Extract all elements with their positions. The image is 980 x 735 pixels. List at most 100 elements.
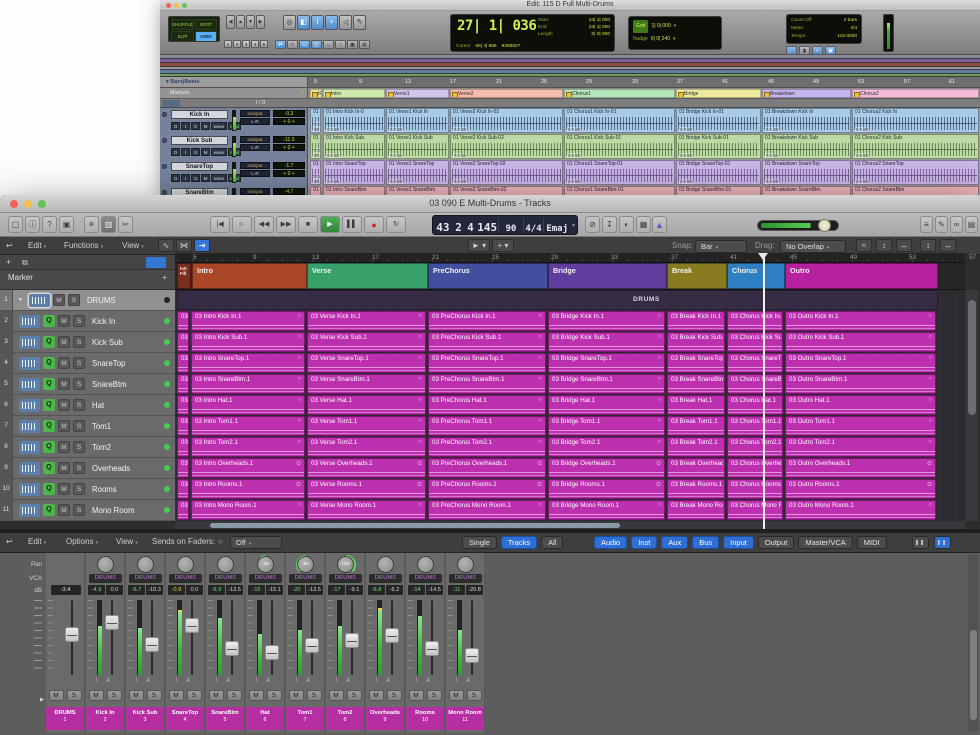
track-name[interactable]: SnareBtm — [92, 380, 161, 389]
pointer-tool-menu[interactable]: ► ▾ — [468, 239, 490, 252]
selector-tool-button[interactable]: I — [311, 15, 324, 30]
vca-assignment[interactable]: DRUMS — [129, 574, 162, 583]
quantize-button[interactable]: Q — [43, 420, 55, 432]
vertical-auto-zoom-icon[interactable]: ↕ — [920, 239, 936, 252]
input-monitor-record-buttons[interactable]: I R — [406, 678, 444, 684]
track-header[interactable]: 7 Q M S Tom1 — [0, 416, 175, 437]
volume-value[interactable]: -4.7 — [273, 188, 305, 195]
volume-value[interactable]: -4.9 — [88, 585, 105, 595]
region[interactable]: 03 I — [177, 437, 189, 457]
disclosure-arrow-icon[interactable]: ▶ — [40, 697, 44, 703]
vertical-scrollbar-thumb[interactable] — [968, 300, 976, 415]
vca-assignment[interactable]: DRUMS — [289, 574, 322, 583]
mute-button[interactable]: M — [409, 690, 424, 701]
audio-region[interactable]: 01 Verse1 Kick Sub 0.0 dB — [386, 134, 449, 159]
region[interactable]: 03 Verse SnareBtm.1 ○ — [307, 374, 426, 394]
mute-button[interactable]: M — [289, 690, 304, 701]
tab-to-transient-icon[interactable]: ≈ — [287, 40, 298, 49]
mixer-filter-button[interactable]: Bus — [692, 536, 719, 549]
horizontal-scrollbar[interactable] — [175, 521, 965, 529]
solo-button[interactable]: S — [467, 690, 482, 701]
audio-region[interactable]: 01 Chorus1 SnareBtm-01 0.0 dB — [564, 186, 675, 195]
low-latency-icon[interactable]: ⊘ — [585, 216, 600, 233]
mixer-filter-button[interactable]: Master/VCA — [798, 536, 852, 549]
pan-knob[interactable] — [417, 556, 434, 573]
region[interactable]: 03 Verse Overheads.1 ⊙ — [307, 458, 426, 478]
region[interactable]: 03 Chorus Tom2.1 — [727, 437, 783, 457]
marker[interactable]: Breakdown — [762, 89, 851, 98]
track-name[interactable]: Tom1 — [92, 422, 161, 431]
note-pads-icon[interactable]: ✎ — [935, 216, 948, 233]
catch-playhead-icon[interactable]: ⇥ — [194, 239, 210, 252]
region[interactable]: 03 Outro Hat.1 ○ — [785, 395, 936, 415]
zoomer-tool-button[interactable]: ◎ — [283, 15, 296, 30]
audio-region[interactable]: 01 Bridge Kick Sub-01 0.0 dB — [676, 134, 761, 159]
region-inspector-toggle[interactable] — [146, 257, 166, 268]
track-header[interactable]: Kick Sub OISMwaveread noinput L-R -11.0 … — [160, 134, 308, 160]
region[interactable]: 03 Break SnareTop.1 — [667, 353, 725, 373]
ruler-header[interactable]: ▾ Bars|Beats — [160, 77, 308, 87]
horizontal-scrollbar-thumb[interactable] — [210, 523, 620, 528]
pan-knob[interactable] — [177, 556, 194, 573]
mute-button[interactable]: M — [129, 690, 144, 701]
track-name[interactable]: Kick Sub — [92, 338, 161, 347]
arrangement-marker[interactable]: PreChorus — [428, 263, 548, 289]
arrangement-marker[interactable]: Bridge — [548, 263, 667, 289]
pan-knob[interactable]: +63 — [337, 556, 354, 573]
region[interactable]: 03 Bridge Rooms.1 ⊙ — [548, 479, 665, 499]
main-counter[interactable]: 27| 1| 036 — [457, 18, 536, 34]
edit-mode-button[interactable]: SPOT — [195, 19, 217, 30]
vca-assignment[interactable]: DRUMS — [209, 574, 242, 583]
lcd-tempo-value[interactable]: 90 — [505, 224, 516, 234]
fader-handle[interactable] — [225, 641, 239, 656]
track-view-selector[interactable]: wave — [211, 174, 227, 182]
play-from-selection-button[interactable]: ▶ — [232, 216, 252, 233]
edit-mode-button[interactable]: GRID — [195, 31, 217, 42]
mute-button[interactable]: M — [49, 690, 64, 701]
mute-button[interactable]: M — [201, 122, 210, 130]
region[interactable]: 03 Chorus Kick Sub.1 — [727, 332, 783, 352]
audio-region[interactable]: 01 | 0.0 dB — [310, 108, 321, 133]
pause-button[interactable]: ▌▌ — [342, 216, 362, 233]
marker[interactable]: Chorus1 — [564, 89, 675, 98]
region[interactable]: 03 Bridge Overheads.1 ⊙ — [548, 458, 665, 478]
region[interactable]: 03 Chorus Hat.1 — [727, 395, 783, 415]
track-header[interactable]: SnareTop OISMwaveread noinput L-R -1.7 +… — [160, 160, 308, 186]
track-header[interactable]: 5 Q M S SnareBtm — [0, 374, 175, 395]
audio-region[interactable]: 01 Breakdown Kick In 0.0 dB — [762, 108, 851, 133]
record-button[interactable]: ● — [364, 216, 384, 233]
pencil-tool-button[interactable]: ✎ — [353, 15, 366, 30]
audio-region[interactable]: 01 Verse2 Kick In-02 0.0 dB — [450, 108, 563, 133]
track-name[interactable]: Mono Room — [92, 506, 161, 515]
zoom-in-horizontal-button[interactable]: ▶ — [256, 15, 265, 29]
region[interactable]: 03 Verse Rooms.1 ⊙ — [307, 479, 426, 499]
quantize-button[interactable]: Q — [43, 315, 55, 327]
fader-handle[interactable] — [385, 628, 399, 643]
browsers-icon[interactable]: ▤ — [965, 216, 978, 233]
mute-button[interactable]: M — [58, 399, 70, 411]
fader-handle[interactable] — [305, 638, 319, 653]
solo-button[interactable]: S — [347, 690, 362, 701]
channel-nameplate[interactable]: Mono Room 11 — [446, 707, 484, 730]
zoom-preset-button[interactable]: 4 — [251, 40, 259, 48]
region[interactable]: 03 Outro SnareTop.1 ○ — [785, 353, 936, 373]
track-name[interactable]: Overheads — [92, 464, 161, 473]
region[interactable]: 03 Verse Tom1.1 ○ — [307, 416, 426, 436]
mute-button[interactable]: M — [58, 420, 70, 432]
power-icon[interactable]: ○ — [218, 533, 223, 551]
vertical-scrollbar[interactable] — [966, 290, 978, 521]
quantize-button[interactable]: Q — [43, 462, 55, 474]
quantize-button[interactable]: Q — [43, 504, 55, 516]
vca-assignment[interactable]: DRUMS — [329, 574, 362, 583]
zoom-out-horizontal-button[interactable]: ◀ — [226, 15, 235, 29]
audio-region[interactable]: 01 Chorus2 SnareTop 0.0 dB — [852, 160, 979, 185]
audio-region[interactable]: 01 Verse2 SnareBtm-02 0.0 dB — [450, 186, 563, 195]
lcd-time-signature[interactable]: 4/4 — [525, 224, 541, 234]
input-assignment[interactable]: noinput — [240, 110, 270, 117]
track-name[interactable]: SnareTop — [92, 359, 161, 368]
solo-button[interactable]: S — [187, 690, 202, 701]
grid-label[interactable]: Grid — [633, 20, 648, 33]
zoom-toggle-icon[interactable]: ⇄ — [275, 40, 286, 49]
arrangement-marker[interactable]: Break — [667, 263, 727, 289]
audio-region[interactable]: 01 Verse2 Kick Sub-02 0.0 dB — [450, 134, 563, 159]
